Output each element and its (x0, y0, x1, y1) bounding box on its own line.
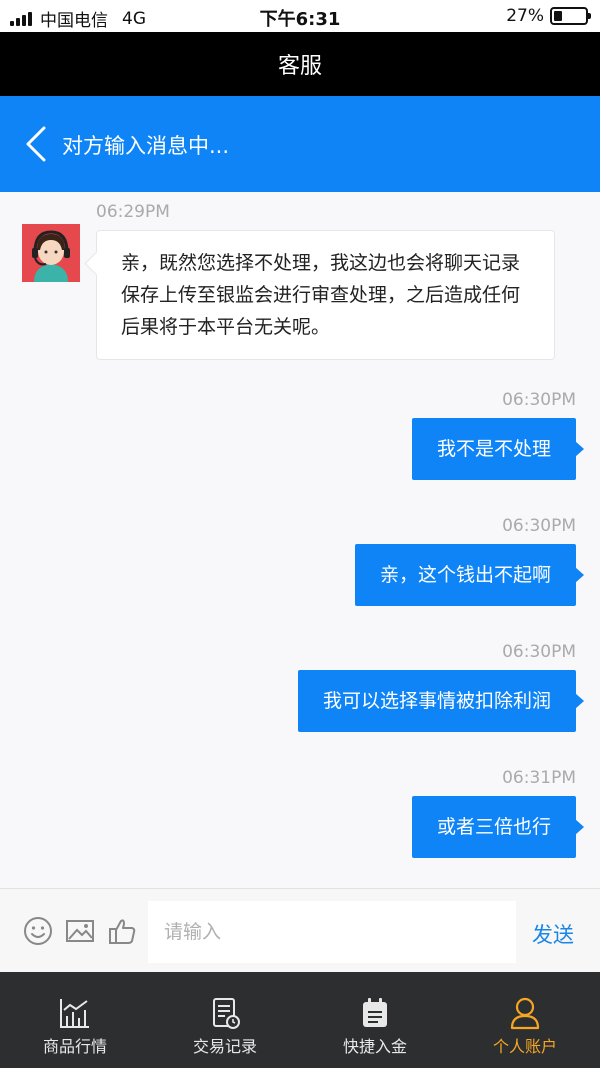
user-icon (510, 997, 540, 1030)
battery-fill (554, 11, 562, 21)
market-chart-icon (60, 999, 89, 1028)
support-agent-icon (22, 224, 80, 282)
tab-label: 商品行情 (42, 1037, 107, 1056)
emoji-icon[interactable] (22, 915, 54, 947)
input-bar: 发送 (0, 888, 600, 972)
battery-icon (550, 7, 591, 25)
outgoing-message: 亲，这个钱出不起啊 (354, 544, 585, 606)
outgoing-message: 我不是不处理 (411, 418, 585, 480)
chevron-left-icon[interactable] (22, 124, 50, 164)
message-timestamp: 06:30PM (502, 642, 576, 662)
bottom-nav: 商品行情 交易记录 快捷入金 个人账户 (0, 972, 600, 1068)
tab-label: 交易记录 (192, 1037, 257, 1056)
page-title: 客服 (277, 54, 322, 79)
chat-header: 对方输入消息中... (0, 96, 600, 192)
battery-percent: 27% (506, 6, 544, 26)
status-bar: 中国电信 4G 下午6:31 27% (0, 0, 600, 32)
tab-account[interactable]: 个人账户 (450, 972, 600, 1068)
outgoing-message: 或者三倍也行 (411, 796, 585, 858)
tab-label: 个人账户 (492, 1037, 557, 1056)
outgoing-message: 我可以选择事情被扣除利润 (297, 670, 585, 732)
tab-deposit[interactable]: 快捷入金 (300, 972, 450, 1068)
deposit-icon (363, 998, 387, 1027)
tab-records[interactable]: 交易记录 (150, 972, 300, 1068)
thumbs-up-icon[interactable] (106, 915, 138, 947)
send-button[interactable]: 发送 (532, 919, 574, 949)
message-input[interactable] (148, 901, 516, 963)
tab-market[interactable]: 商品行情 (0, 972, 150, 1068)
tab-label: 快捷入金 (342, 1037, 407, 1056)
message-timestamp: 06:30PM (502, 516, 576, 536)
image-icon[interactable] (64, 915, 96, 947)
agent-avatar (22, 224, 80, 282)
message-timestamp: 06:30PM (502, 390, 576, 410)
message-timestamp: 06:31PM (502, 768, 576, 788)
chat-area[interactable]: 06:29PM 亲，既然您选择不处理，我这边也会将聊天记录保存上传至银监会进行审… (0, 192, 600, 888)
title-bar: 客服 (0, 32, 600, 96)
records-icon (213, 998, 240, 1029)
message-timestamp: 06:29PM (96, 202, 170, 222)
incoming-message: 亲，既然您选择不处理，我这边也会将聊天记录保存上传至银监会进行审查处理，之后造成… (96, 230, 555, 360)
typing-status: 对方输入消息中... (62, 134, 230, 158)
